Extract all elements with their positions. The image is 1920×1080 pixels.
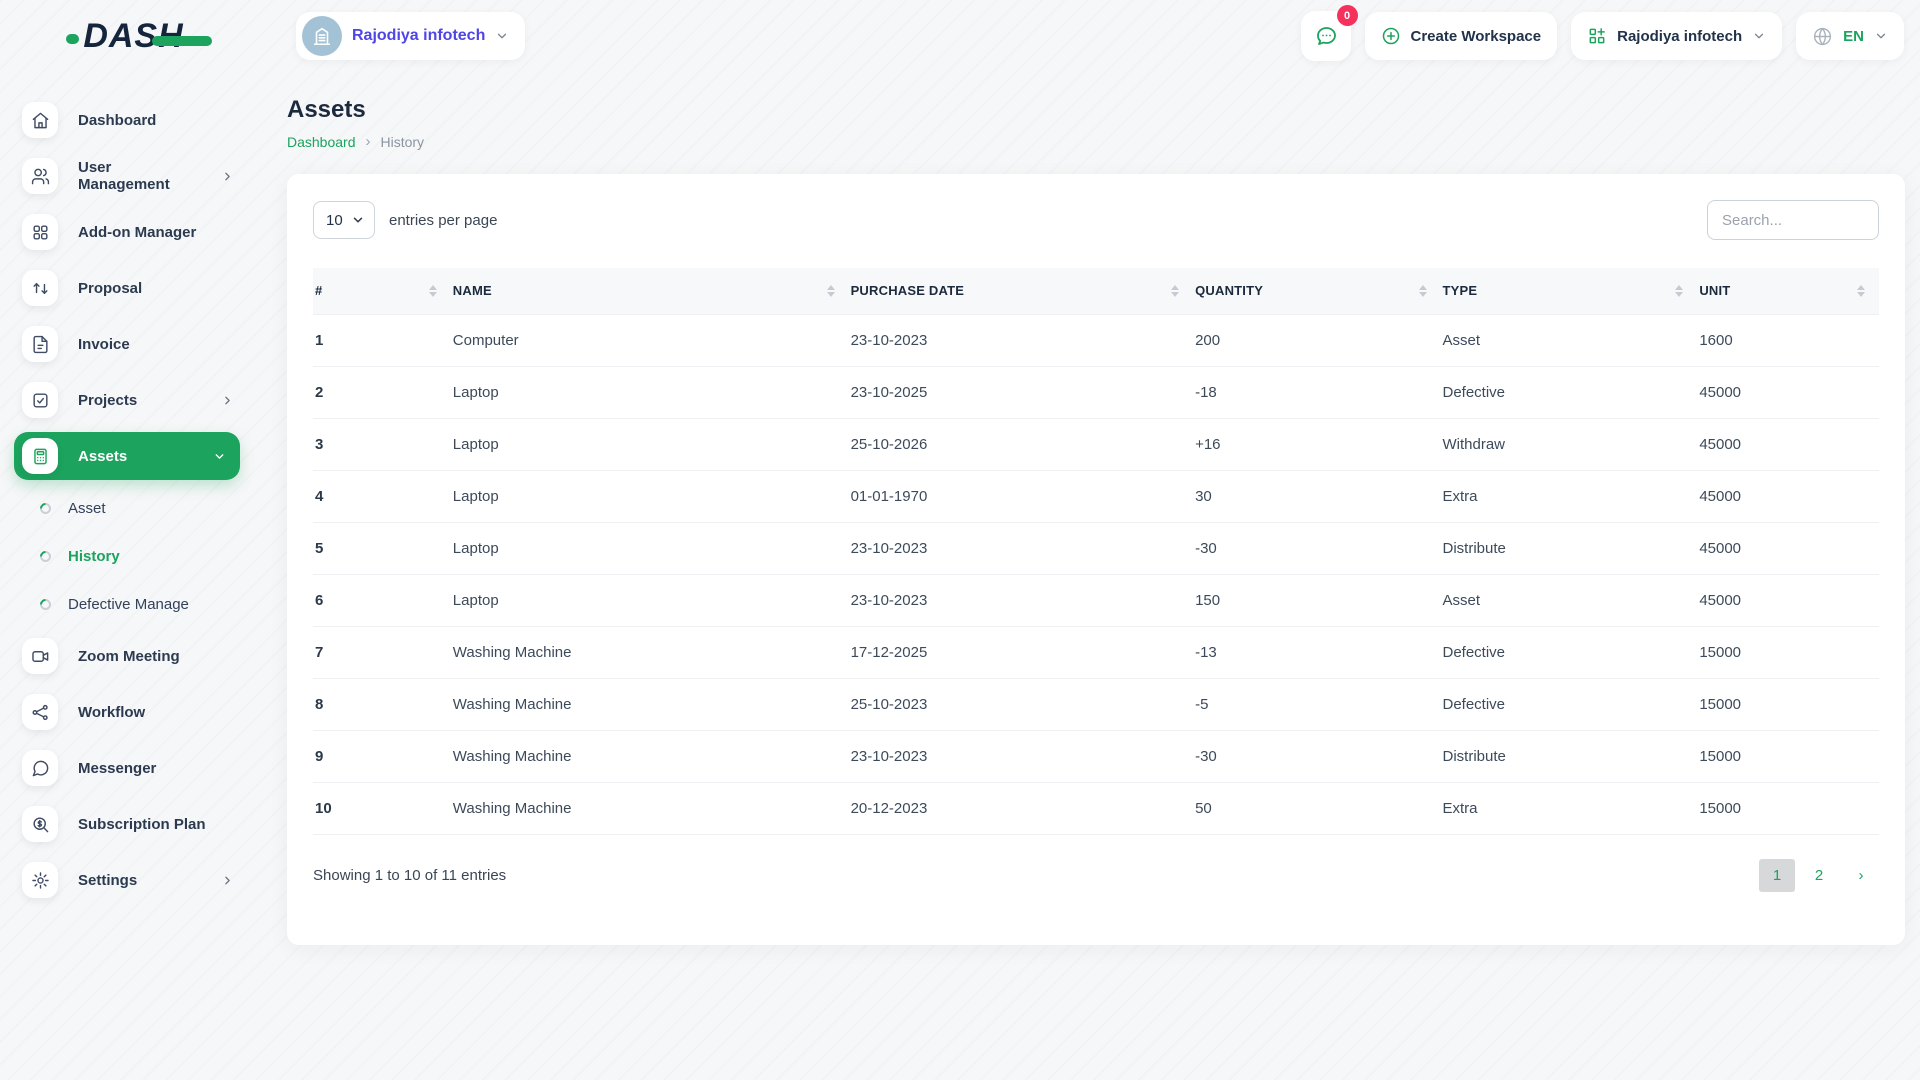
column-header-name[interactable]: NAME bbox=[450, 268, 849, 315]
table-row: 5 Laptop 23-10-2023 -30 Distribute 45000 bbox=[313, 522, 1879, 575]
table-row: 10 Washing Machine 20-12-2023 50 Extra 15000 bbox=[313, 782, 1879, 835]
chevron-down-icon bbox=[351, 213, 365, 227]
sidebar-item-addon-manager[interactable]: Add-on Manager bbox=[0, 204, 250, 260]
pagination: 1 2 › bbox=[1759, 858, 1879, 892]
workspace-name: Rajodiya infotech bbox=[352, 27, 486, 44]
donut-icon bbox=[37, 596, 54, 612]
page-size-select[interactable]: 10 bbox=[313, 201, 375, 239]
main-content: Assets Dashboard › History 10 entries pe… bbox=[250, 96, 1920, 945]
top-bar: DASH Rajodiya infotech 0 Create Workspac… bbox=[0, 0, 1920, 72]
logo-dash-icon bbox=[66, 34, 80, 44]
sidebar-item-projects[interactable]: Projects bbox=[0, 372, 250, 428]
chevron-right-icon bbox=[221, 170, 234, 183]
table-row: 8 Washing Machine 25-10-2023 -5 Defective 150… bbox=[313, 678, 1879, 731]
workspace-selector[interactable]: Rajodiya infotech bbox=[296, 12, 526, 60]
sort-icon bbox=[826, 284, 835, 297]
breadcrumb-separator: › bbox=[365, 133, 371, 150]
logo-bar-icon bbox=[151, 35, 212, 46]
page-title: Assets bbox=[287, 96, 366, 123]
check-square-icon bbox=[22, 382, 58, 418]
building-icon bbox=[302, 16, 342, 56]
sidebar-item-messenger[interactable]: Messenger bbox=[0, 740, 250, 796]
donut-icon bbox=[37, 548, 54, 564]
sort-icon bbox=[428, 284, 437, 297]
users-icon bbox=[22, 158, 58, 194]
sidebar-item-settings[interactable]: Settings bbox=[0, 852, 250, 908]
table-row: 1 Computer 23-10-2023 200 Asset 1600 bbox=[313, 314, 1879, 367]
column-header-index[interactable]: # bbox=[313, 268, 451, 315]
plus-circle-icon bbox=[1381, 26, 1401, 46]
table-row: 9 Washing Machine 23-10-2023 -30 Distribute 1… bbox=[313, 730, 1879, 783]
table-row: 2 Laptop 23-10-2025 -18 Defective 45000 bbox=[313, 366, 1879, 419]
page-size-value: 10 bbox=[326, 211, 343, 229]
assets-history-card: 10 entries per page # NAME PURCHASE DATE… bbox=[287, 174, 1905, 945]
table-row: 4 Laptop 01-01-1970 30 Extra 45000 bbox=[313, 470, 1879, 523]
calculator-icon bbox=[22, 438, 58, 474]
column-header-quantity[interactable]: QUANTITY bbox=[1193, 268, 1441, 315]
create-workspace-label: Create Workspace bbox=[1410, 27, 1542, 45]
home-icon bbox=[22, 102, 58, 138]
column-header-type[interactable]: TYPE bbox=[1440, 268, 1698, 315]
sort-icon bbox=[1857, 284, 1865, 297]
pagination-page-2[interactable]: 2 bbox=[1801, 859, 1837, 892]
column-header-unit[interactable]: UNIT bbox=[1697, 268, 1879, 315]
video-camera-icon bbox=[22, 638, 58, 674]
sidebar-item-assets[interactable]: Assets bbox=[14, 432, 240, 480]
brand-logo[interactable]: DASH bbox=[66, 17, 212, 56]
sidebar-subitem-defective-manage[interactable]: Defective Manage bbox=[0, 580, 250, 628]
table-row: 3 Laptop 25-10-2026 +16 Withdraw 45000 bbox=[313, 418, 1879, 471]
language-code: EN bbox=[1843, 27, 1864, 45]
donut-icon bbox=[37, 500, 54, 516]
table-row: 7 Washing Machine 17-12-2025 -13 Defective 15… bbox=[313, 626, 1879, 679]
file-icon bbox=[22, 326, 58, 362]
sidebar-item-subscription-plan[interactable]: Subscription Plan bbox=[0, 796, 250, 852]
swap-icon bbox=[22, 270, 58, 306]
chevron-right-icon bbox=[221, 394, 234, 407]
entries-per-page-label: entries per page bbox=[389, 211, 498, 229]
search-dollar-icon bbox=[22, 806, 58, 842]
create-workspace-button[interactable]: Create Workspace bbox=[1364, 12, 1558, 60]
chat-badge: 0 bbox=[1336, 5, 1358, 26]
grid-icon bbox=[22, 214, 58, 250]
workspace-switcher[interactable]: Rajodiya infotech bbox=[1571, 12, 1783, 60]
column-header-purchase-date[interactable]: PURCHASE DATE bbox=[848, 268, 1194, 315]
sidebar-item-user-management[interactable]: User Management bbox=[0, 148, 250, 204]
sort-icon bbox=[1675, 284, 1684, 297]
chat-bubble-icon bbox=[1314, 24, 1338, 48]
breadcrumb: Dashboard › History bbox=[287, 133, 1905, 150]
breadcrumb-current: History bbox=[380, 133, 425, 150]
share-branch-icon bbox=[22, 694, 58, 730]
workspace-switcher-label: Rajodiya infotech bbox=[1617, 27, 1743, 45]
pagination-next-button[interactable]: › bbox=[1843, 859, 1879, 892]
sidebar-subitem-asset[interactable]: Asset bbox=[0, 484, 250, 532]
language-selector[interactable]: EN bbox=[1796, 12, 1904, 60]
message-bubble-icon bbox=[22, 750, 58, 786]
sidebar-item-dashboard[interactable]: Dashboard bbox=[0, 92, 250, 148]
sidebar-item-workflow[interactable]: Workflow bbox=[0, 684, 250, 740]
table-header-row: # NAME PURCHASE DATE QUANTITY TYPE UNIT bbox=[313, 268, 1879, 315]
chat-button[interactable]: 0 bbox=[1300, 5, 1358, 61]
table-row: 6 Laptop 23-10-2023 150 Asset 45000 bbox=[313, 574, 1879, 627]
sidebar-item-zoom-meeting[interactable]: Zoom Meeting bbox=[0, 628, 250, 684]
chevron-down-icon bbox=[213, 450, 226, 463]
sidebar-item-invoice[interactable]: Invoice bbox=[0, 316, 250, 372]
sidebar-subitem-history[interactable]: History bbox=[0, 532, 250, 580]
sort-icon bbox=[1171, 284, 1180, 297]
grid-plus-icon bbox=[1587, 26, 1607, 46]
pagination-page-1[interactable]: 1 bbox=[1759, 858, 1795, 892]
sidebar: Dashboard User Management Add-on Manager… bbox=[0, 72, 250, 1080]
chevron-down-icon bbox=[495, 29, 509, 43]
sidebar-item-proposal[interactable]: Proposal bbox=[0, 260, 250, 316]
entries-summary: Showing 1 to 10 of 11 entries bbox=[313, 866, 507, 884]
breadcrumb-dashboard-link[interactable]: Dashboard bbox=[287, 134, 356, 150]
search-input[interactable] bbox=[1707, 200, 1879, 240]
chevron-down-icon bbox=[1874, 29, 1888, 43]
history-table: # NAME PURCHASE DATE QUANTITY TYPE UNIT … bbox=[313, 268, 1879, 835]
sort-icon bbox=[1418, 284, 1427, 297]
chevron-right-icon bbox=[221, 874, 234, 887]
gear-icon bbox=[22, 862, 58, 898]
chevron-down-icon bbox=[1752, 29, 1766, 43]
globe-icon bbox=[1812, 26, 1833, 47]
